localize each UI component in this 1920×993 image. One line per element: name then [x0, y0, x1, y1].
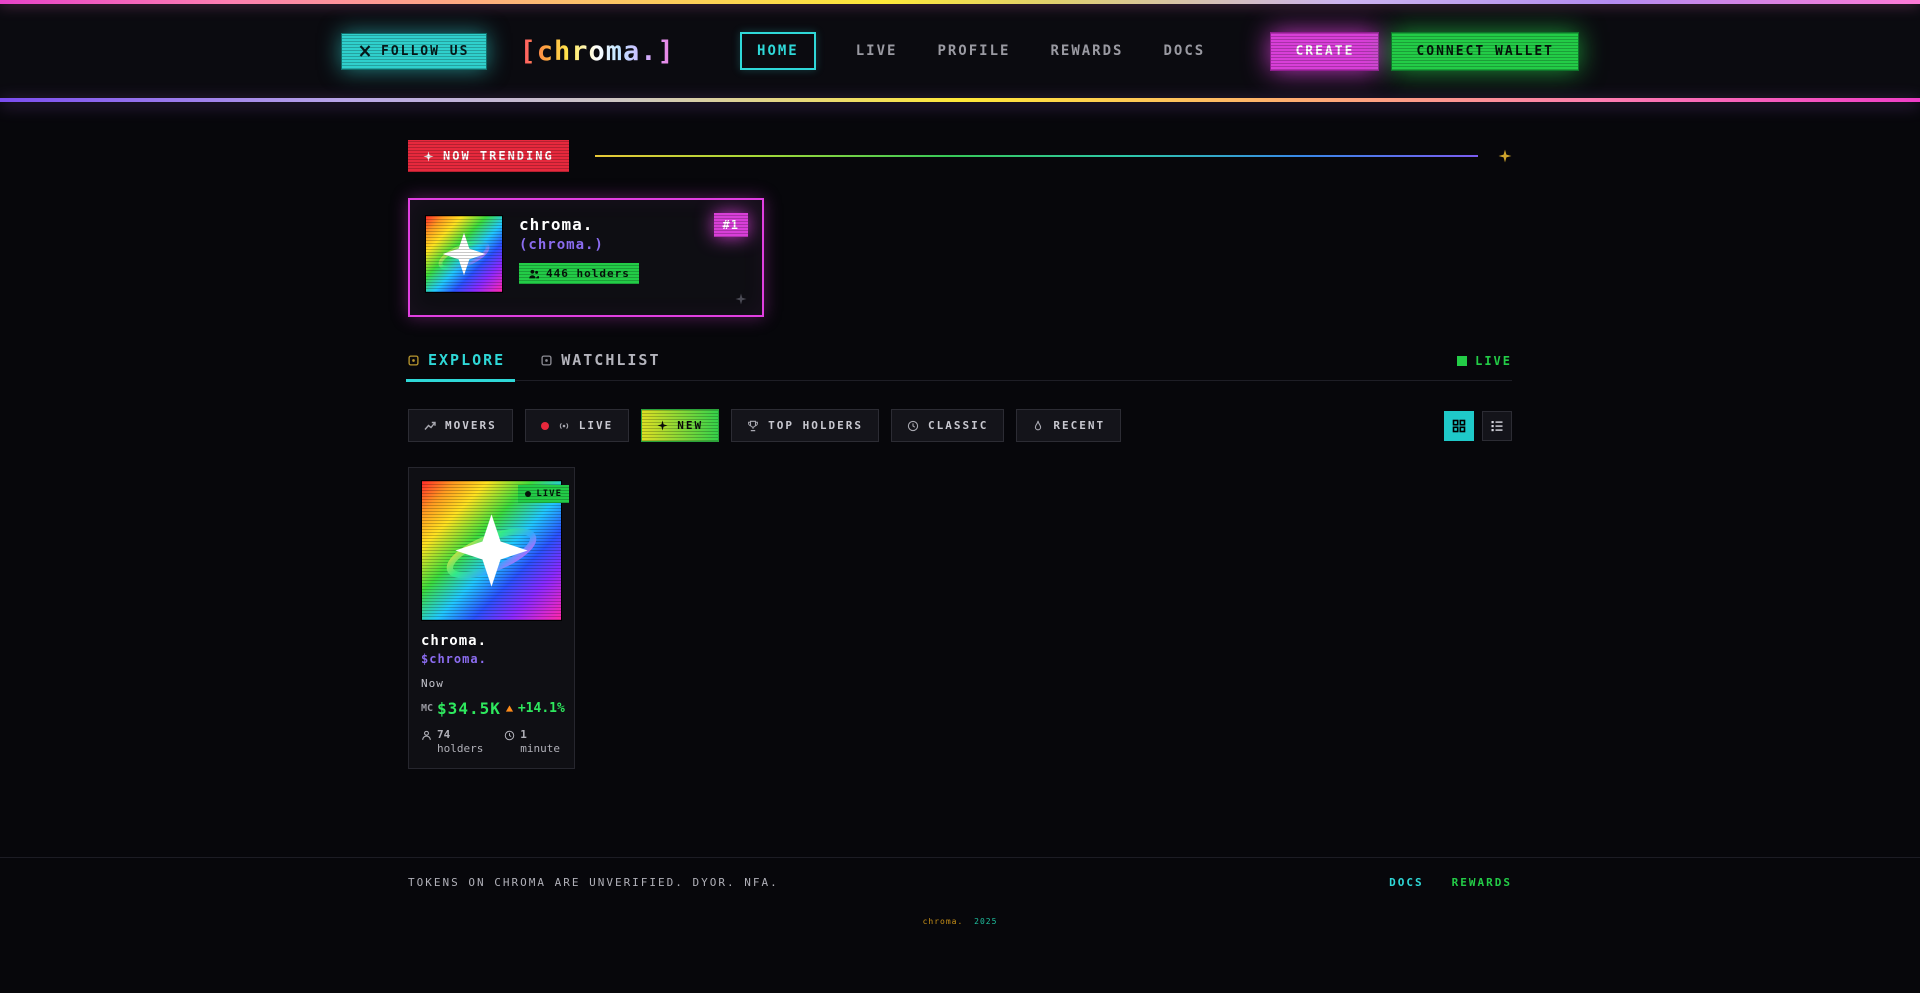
copyright-name: chroma. [923, 917, 964, 926]
x-logo-icon [359, 45, 371, 57]
live-square-icon [1457, 356, 1467, 366]
explore-icon [408, 355, 419, 366]
trending-token-ticker: (chroma.) [519, 237, 639, 253]
site-header: FOLLOW US [chroma.] HOME LIVE PROFILE RE… [0, 0, 1920, 102]
holders-count: 74 [437, 728, 483, 742]
tabs-row: EXPLORE WATCHLIST LIVE [408, 351, 1512, 381]
trending-up-icon [424, 420, 436, 432]
view-toggles [1444, 411, 1512, 441]
follow-us-button[interactable]: FOLLOW US [341, 33, 487, 70]
footer-disclaimer: TOKENS ON CHROMA ARE UNVERIFIED. DYOR. N… [408, 876, 779, 889]
create-button[interactable]: CREATE [1270, 32, 1379, 71]
holders-stat: 74 holders [421, 728, 483, 756]
footer-link-docs[interactable]: DOCS [1389, 876, 1424, 889]
token-card[interactable]: LIVE chroma. $chroma. Now MC $34.5K +14.… [408, 467, 575, 769]
token-live-badge: LIVE [518, 485, 569, 503]
trending-token-image [425, 215, 503, 293]
nav-profile[interactable]: PROFILE [937, 43, 1010, 59]
filters-row: MOVERS LIVE NEW [408, 409, 1512, 442]
broadcast-icon [558, 420, 570, 432]
nav-home[interactable]: HOME [740, 32, 816, 70]
live-dot-icon [525, 491, 531, 497]
holders-label: holders [437, 742, 483, 756]
filter-new-button[interactable]: NEW [641, 409, 719, 442]
rainbow-divider-line [595, 155, 1478, 157]
filter-new-label: NEW [677, 419, 703, 432]
star-ring-graphic [426, 216, 502, 292]
tab-watchlist-label: WATCHLIST [561, 351, 660, 369]
token-ticker: $chroma. [421, 652, 562, 666]
filter-movers-label: MOVERS [445, 419, 497, 432]
token-name: chroma. [421, 633, 562, 649]
person-icon [421, 728, 432, 741]
footer-link-rewards[interactable]: REWARDS [1452, 876, 1512, 889]
sparkle-icon [1498, 149, 1512, 163]
trophy-icon [747, 420, 759, 432]
tab-watchlist[interactable]: WATCHLIST [541, 351, 660, 380]
copyright-year: 2025 [974, 917, 997, 926]
sparkle-icon [657, 420, 668, 431]
trending-token-card[interactable]: chroma. (chroma.) 446 holders #1 [408, 198, 764, 317]
mc-label: MC [421, 703, 433, 714]
sparkle-icon [735, 293, 747, 305]
trending-holders-label: 446 holders [546, 267, 630, 280]
list-view-button[interactable] [1482, 411, 1512, 441]
filter-top-holders-label: TOP HOLDERS [768, 419, 863, 432]
filter-movers-button[interactable]: MOVERS [408, 409, 513, 442]
connect-wallet-button[interactable]: CONNECT WALLET [1391, 32, 1579, 71]
market-cap-row: MC $34.5K +14.1% [421, 699, 562, 718]
live-indicator-label: LIVE [1475, 354, 1512, 368]
grid-icon [1452, 419, 1466, 433]
age-label: minute [520, 742, 560, 756]
nav-live[interactable]: LIVE [856, 43, 898, 59]
filter-live-label: LIVE [579, 419, 614, 432]
filter-recent-button[interactable]: RECENT [1016, 409, 1121, 442]
logo[interactable]: [chroma.] [519, 36, 674, 67]
footer-links: DOCS REWARDS [1389, 876, 1512, 889]
token-grid: LIVE chroma. $chroma. Now MC $34.5K +14.… [408, 467, 1512, 769]
arrow-up-icon [505, 704, 514, 713]
trending-holders-badge: 446 holders [519, 263, 639, 284]
age-stat: 1 minute [504, 728, 560, 756]
follow-us-label: FOLLOW US [381, 44, 469, 59]
trending-header-row: NOW TRENDING [408, 140, 1512, 172]
mc-value: $34.5K [437, 699, 501, 718]
filter-classic-button[interactable]: CLASSIC [891, 409, 1004, 442]
mc-change: +14.1% [518, 701, 565, 716]
holders-icon [528, 268, 540, 280]
list-icon [1490, 419, 1504, 433]
sparkle-icon [423, 151, 434, 162]
tab-explore-label: EXPLORE [428, 351, 505, 369]
filter-live-button[interactable]: LIVE [525, 409, 630, 442]
filter-recent-label: RECENT [1053, 419, 1105, 432]
age-value: 1 [520, 728, 560, 742]
flame-icon [1032, 420, 1044, 432]
trending-token-name: chroma. [519, 215, 639, 234]
token-image: LIVE [421, 480, 562, 621]
site-footer: TOKENS ON CHROMA ARE UNVERIFIED. DYOR. N… [0, 857, 1920, 926]
nav-docs[interactable]: DOCS [1163, 43, 1205, 59]
clock-icon [504, 728, 515, 741]
watchlist-icon [541, 355, 552, 366]
token-stats-row: 74 holders 1 minute [421, 728, 562, 756]
nav-rewards[interactable]: REWARDS [1050, 43, 1123, 59]
tab-explore[interactable]: EXPLORE [408, 351, 505, 380]
main-nav: HOME LIVE PROFILE REWARDS DOCS [740, 32, 1205, 70]
grid-view-button[interactable] [1444, 411, 1474, 441]
filter-top-holders-button[interactable]: TOP HOLDERS [731, 409, 879, 442]
copyright: chroma. 2025 [0, 917, 1920, 926]
clock-icon [907, 420, 919, 432]
token-live-label: LIVE [536, 489, 562, 499]
now-trending-badge: NOW TRENDING [408, 140, 569, 172]
token-age: Now [421, 677, 562, 690]
trending-token-info: chroma. (chroma.) 446 holders [519, 215, 639, 300]
rank-badge: #1 [714, 213, 748, 237]
red-dot-icon [541, 422, 549, 430]
filter-classic-label: CLASSIC [928, 419, 988, 432]
live-indicator: LIVE [1457, 354, 1512, 380]
now-trending-label: NOW TRENDING [443, 149, 554, 163]
